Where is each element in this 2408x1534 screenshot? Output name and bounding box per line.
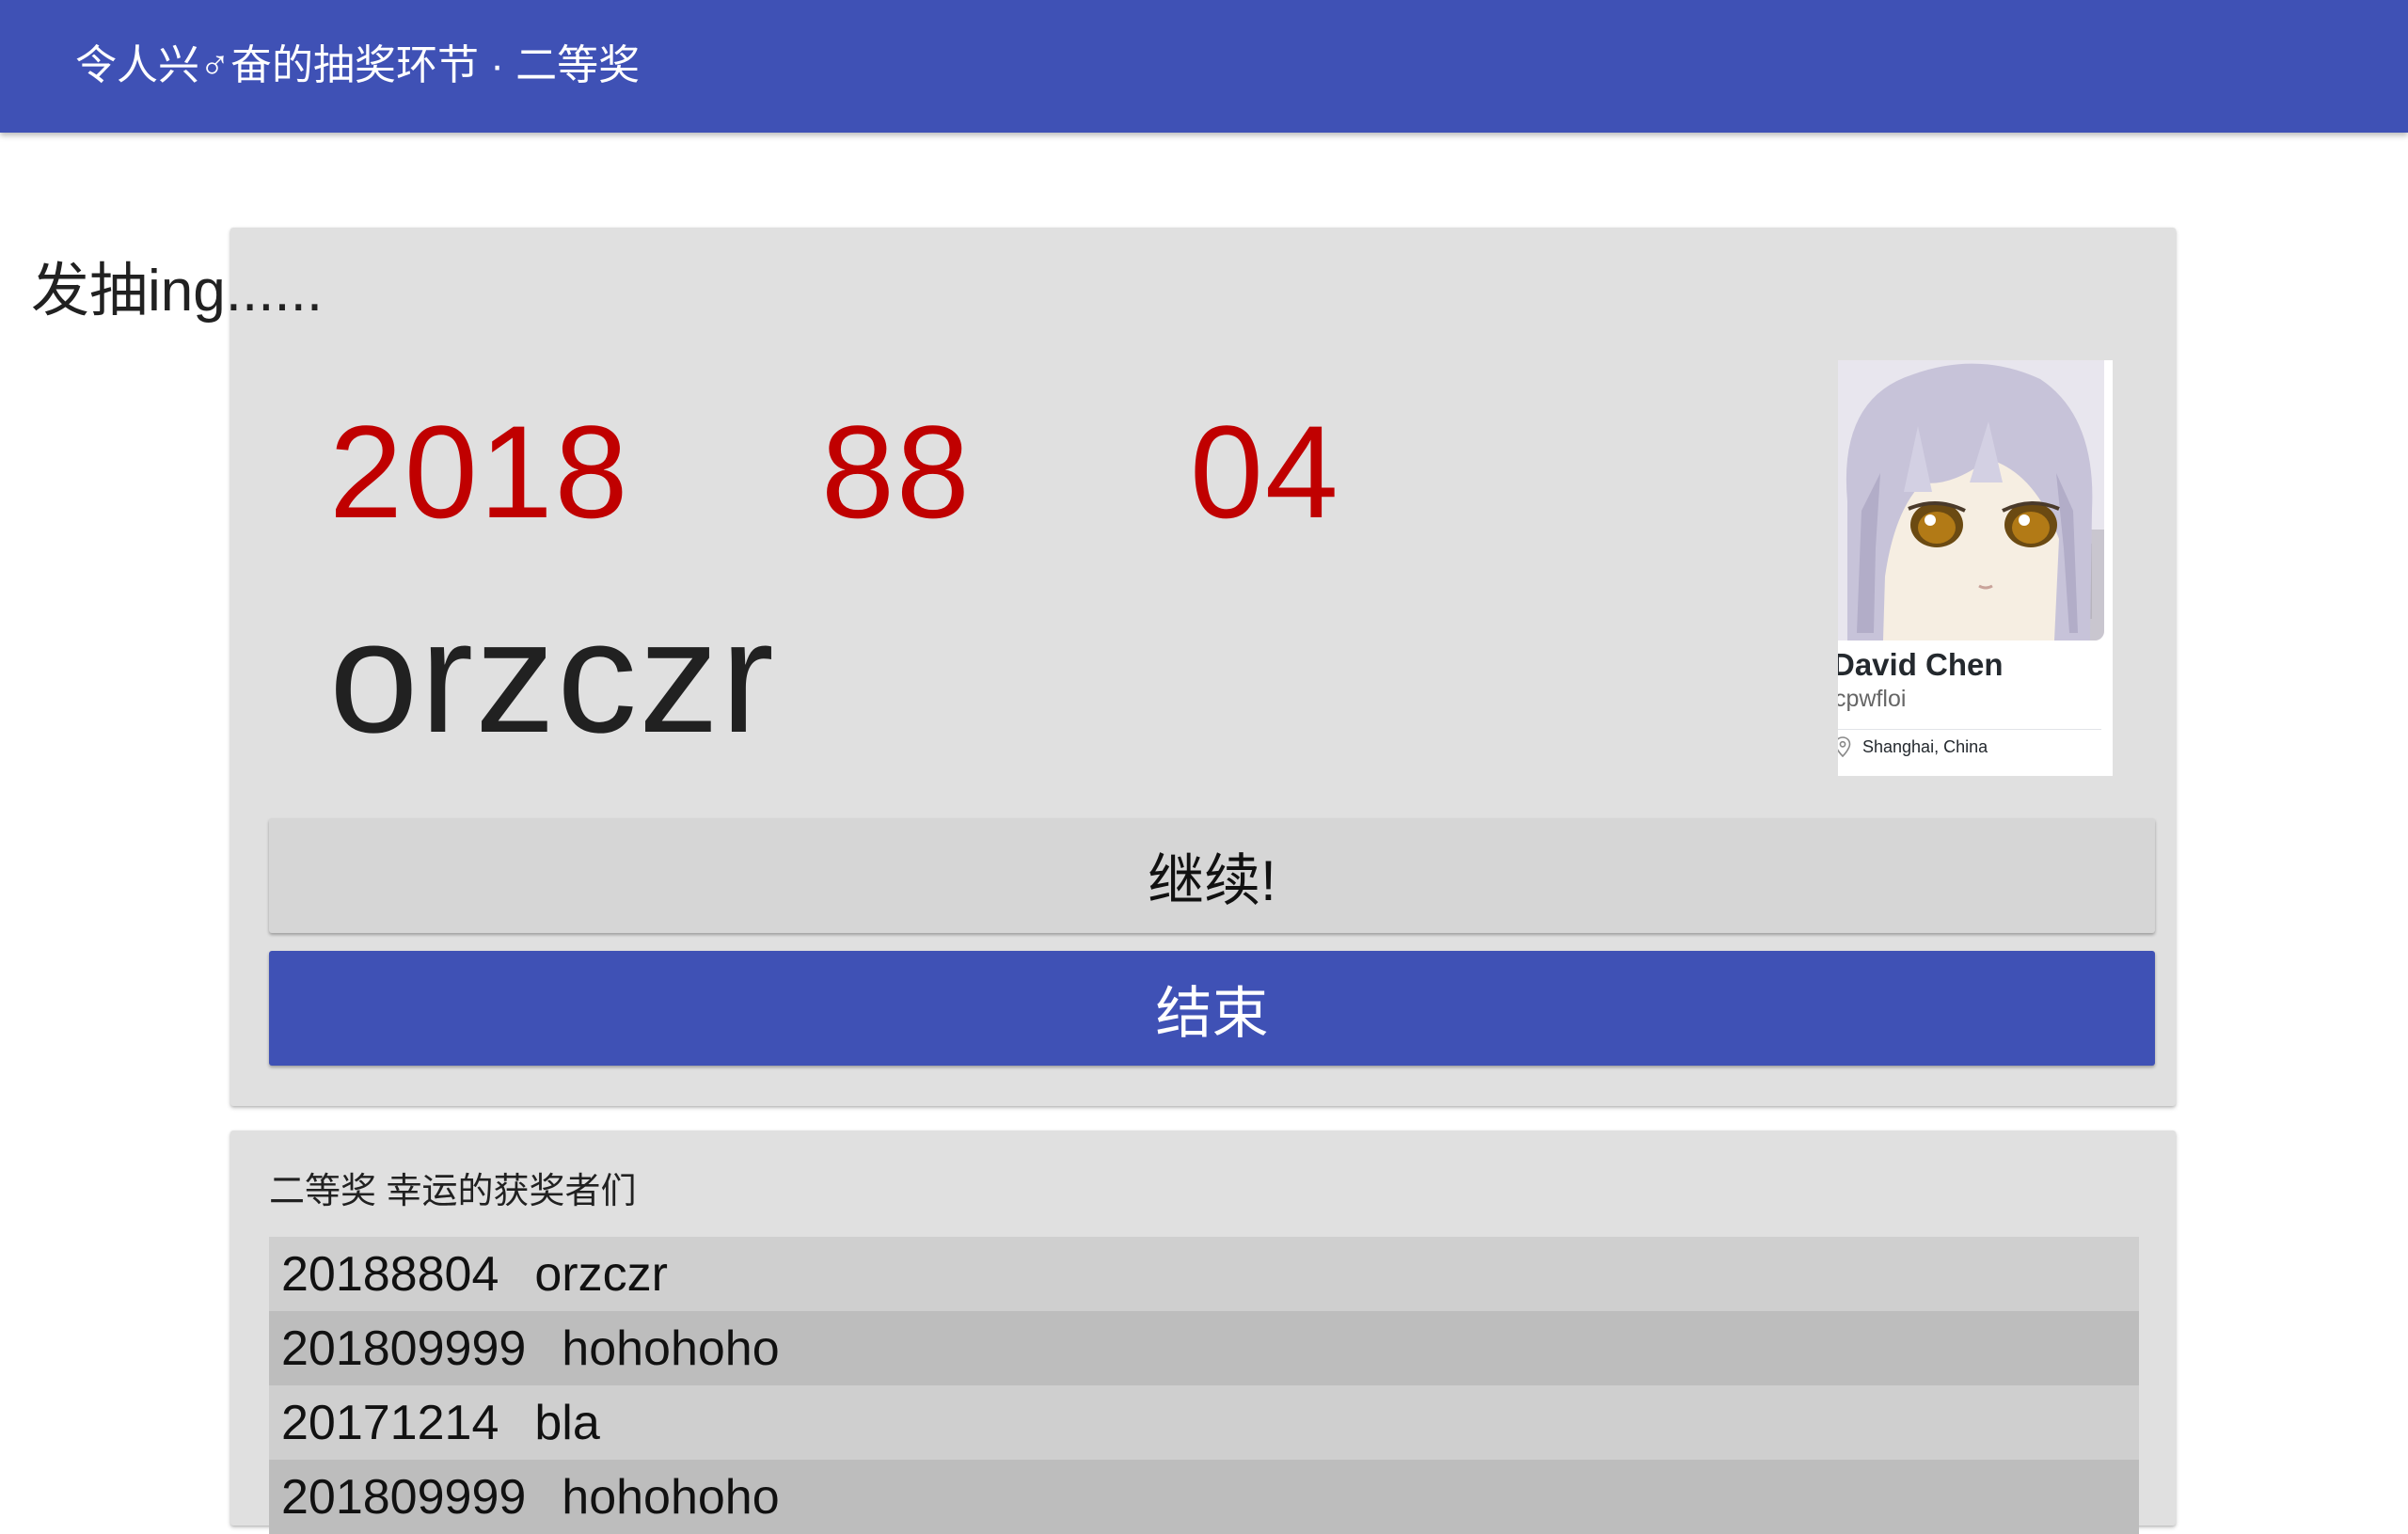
profile-location-text: Shanghai, China: [1862, 736, 1988, 756]
winner-row: 20171214 bla: [269, 1385, 2139, 1460]
winner-name: hohohoho: [562, 1469, 780, 1525]
winner-id: 20171214: [281, 1395, 499, 1450]
draw-number-year: 2018: [329, 398, 630, 546]
end-button[interactable]: 结束: [269, 951, 2155, 1066]
winners-title: 二等奖 幸运的获奖者们: [269, 1172, 637, 1211]
draw-status-text: 发抽ing......: [31, 259, 324, 324]
avatar: [1838, 360, 2104, 640]
location-pin-icon: [1838, 736, 1851, 757]
profile-login: cpwfloi: [1838, 686, 1907, 712]
winner-name: orzczr: [534, 1246, 668, 1302]
winner-id: 201809999: [281, 1469, 527, 1525]
profile-card[interactable]: David Chen cpwfloi Shanghai, China: [1838, 360, 2113, 776]
winner-row: 201809999 hohohoho: [269, 1460, 2139, 1534]
draw-number-middle: 88: [821, 398, 972, 546]
winner-row: 201809999 hohohoho: [269, 1311, 2139, 1385]
profile-display-name: David Chen: [1838, 647, 2004, 682]
drawn-name: orzczr: [329, 588, 776, 767]
profile-divider: [1838, 729, 2101, 730]
winner-name: bla: [534, 1395, 600, 1450]
page-title: 令人兴♂奋的抽奖环节 · 二等奖: [75, 42, 641, 88]
winner-row: 20188804 orzczr: [269, 1237, 2139, 1311]
winner-id: 201809999: [281, 1321, 527, 1376]
winner-name: hohohoho: [562, 1321, 780, 1376]
draw-number-last: 04: [1190, 398, 1340, 546]
app-bar: 令人兴♂奋的抽奖环节 · 二等奖: [0, 0, 2408, 133]
winner-id: 20188804: [281, 1246, 499, 1302]
continue-button[interactable]: 继续!: [269, 818, 2155, 933]
profile-location: Shanghai, China: [1838, 733, 1988, 761]
